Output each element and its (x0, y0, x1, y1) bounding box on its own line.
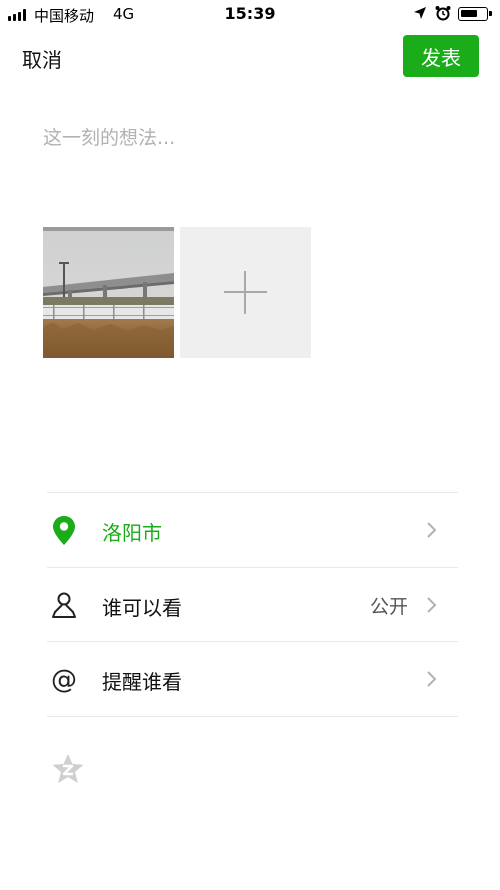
at-sign-icon: @ (51, 665, 77, 695)
location-label: 洛阳市 (102, 521, 162, 545)
alarm-clock-icon (435, 6, 451, 21)
cancel-button[interactable]: 取消 (22, 44, 62, 73)
visibility-value: 公开 (369, 596, 408, 618)
mention-row[interactable]: @ 提醒谁看 (47, 642, 458, 716)
battery-icon (458, 7, 492, 21)
chevron-right-icon (427, 597, 437, 613)
svg-text:@: @ (51, 665, 77, 695)
location-pin-icon (53, 516, 75, 545)
publish-button[interactable]: 发表 (403, 35, 479, 77)
divider (47, 716, 458, 717)
visibility-row[interactable]: 谁可以看 公开 (47, 568, 458, 642)
add-photo-button[interactable] (180, 227, 311, 358)
visibility-label: 谁可以看 (102, 596, 182, 620)
photo-overpass-image (43, 227, 174, 358)
photo-thumbnail[interactable] (43, 227, 174, 358)
star-badge-icon[interactable] (50, 752, 86, 786)
location-arrow-icon (414, 7, 426, 19)
chevron-right-icon (427, 522, 437, 538)
location-row[interactable]: 洛阳市 (47, 493, 458, 567)
status-bar: 中国移动 4G 15:39 (0, 0, 500, 28)
person-icon (52, 592, 76, 618)
chevron-right-icon (427, 671, 437, 687)
mention-label: 提醒谁看 (102, 670, 182, 694)
post-text-input[interactable] (43, 123, 463, 203)
